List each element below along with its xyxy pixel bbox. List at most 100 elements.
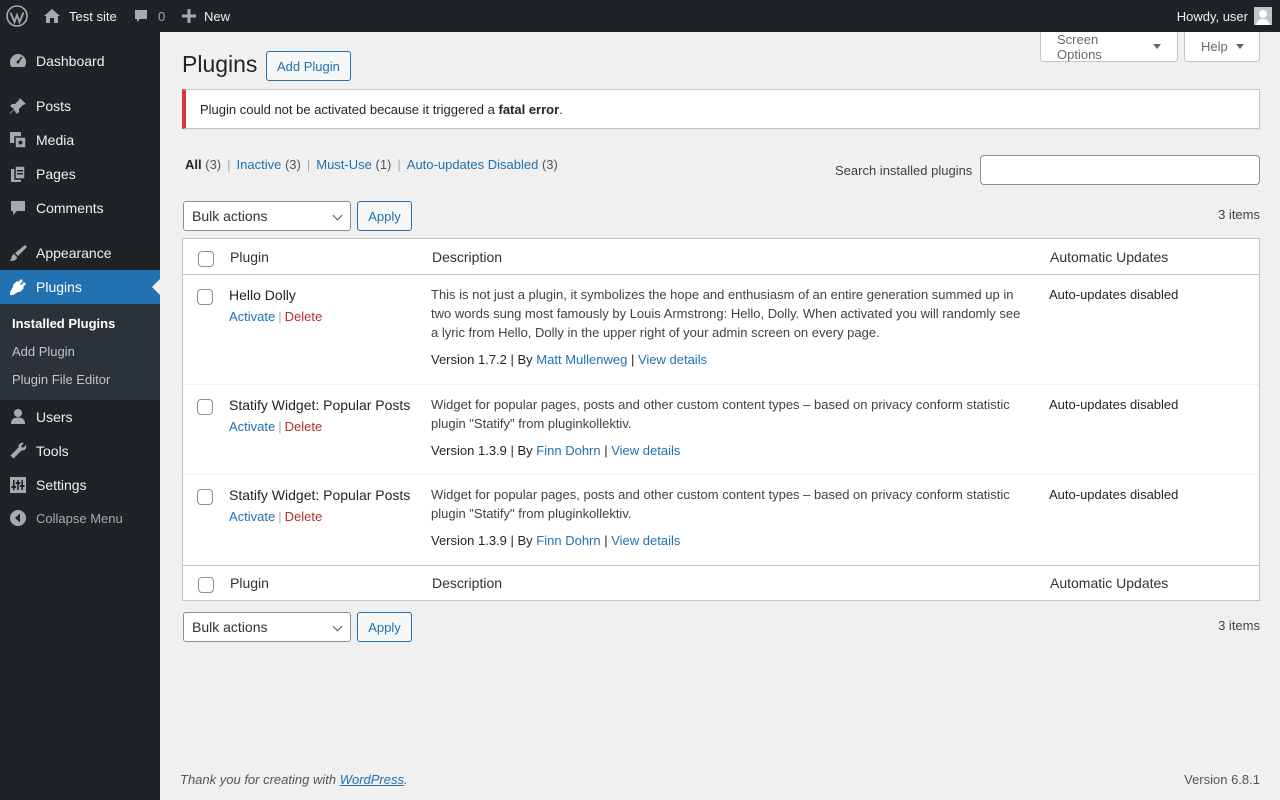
site-name: Test site bbox=[69, 8, 117, 24]
activate-link[interactable]: Activate bbox=[229, 419, 275, 434]
apply-button-bottom[interactable]: Apply bbox=[357, 612, 412, 642]
wordpress-link[interactable]: WordPress bbox=[340, 772, 404, 787]
comments-link[interactable]: 0 bbox=[133, 0, 165, 32]
filter-auto-updates-disabled[interactable]: Auto-updates Disabled bbox=[407, 157, 539, 172]
sidebar-item-tools[interactable]: Tools bbox=[0, 434, 160, 468]
plugin-description: Widget for popular pages, posts and othe… bbox=[431, 397, 1010, 431]
sidebar-item-label: Appearance bbox=[36, 245, 112, 261]
screen-options-button[interactable]: Screen Options bbox=[1040, 32, 1178, 62]
author-link[interactable]: Finn Dohrn bbox=[536, 443, 600, 458]
notice-text: Plugin could not be activated because it… bbox=[200, 101, 563, 117]
author-link[interactable]: Matt Mullenweg bbox=[536, 352, 627, 367]
activate-link[interactable]: Activate bbox=[229, 509, 275, 524]
add-plugin-button[interactable]: Add Plugin bbox=[266, 51, 351, 81]
bulk-actions-select-bottom[interactable]: Bulk actions bbox=[183, 612, 351, 642]
items-count: 3 items bbox=[1218, 207, 1260, 222]
select-all-checkbox-footer[interactable] bbox=[198, 577, 214, 593]
column-header-plugin: Plugin bbox=[230, 249, 269, 265]
row-actions: Activate | Delete bbox=[229, 419, 323, 434]
users-icon bbox=[0, 407, 36, 427]
items-count-bottom: 3 items bbox=[1218, 618, 1260, 633]
filter-inactive[interactable]: Inactive bbox=[237, 157, 282, 172]
sidebar-item-label: Dashboard bbox=[36, 53, 105, 69]
home-icon bbox=[43, 8, 61, 24]
select-all-checkbox[interactable] bbox=[198, 251, 214, 267]
sidebar-item-posts[interactable]: Posts bbox=[0, 89, 160, 123]
plugin-meta: Version 1.3.9 | By Finn Dohrn | View det… bbox=[431, 533, 681, 548]
sidebar-item-pages[interactable]: Pages bbox=[0, 157, 160, 191]
search-input[interactable] bbox=[980, 155, 1260, 185]
view-details-link[interactable]: View details bbox=[611, 533, 680, 548]
column-header-description: Description bbox=[432, 249, 503, 265]
media-icon bbox=[0, 130, 36, 150]
author-link[interactable]: Finn Dohrn bbox=[536, 533, 600, 548]
site-name-link[interactable]: Test site bbox=[43, 0, 117, 32]
help-label: Help bbox=[1201, 39, 1228, 54]
my-account-menu[interactable]: Howdy, user bbox=[1177, 0, 1272, 32]
avatar bbox=[1254, 7, 1272, 25]
bulk-actions-select[interactable]: Bulk actions bbox=[183, 201, 351, 231]
collapse-arrow-icon bbox=[0, 509, 36, 527]
sidebar-item-label: Pages bbox=[36, 166, 76, 182]
search-label: Search installed plugins bbox=[835, 163, 973, 178]
plugin-meta: Version 1.3.9 | By Finn Dohrn | View det… bbox=[431, 443, 681, 458]
row-checkbox[interactable] bbox=[197, 489, 213, 505]
table-row: Statify Widget: Popular Posts Activate | D… bbox=[183, 384, 1259, 474]
sidebar-item-dashboard[interactable]: Dashboard bbox=[0, 44, 160, 78]
caret-down-icon bbox=[1235, 44, 1244, 49]
plugin-status-filters: All (3) | Inactive (3) | Must-Use (1) | Auto-u… bbox=[185, 157, 558, 172]
filter-all[interactable]: All (3) bbox=[185, 157, 221, 172]
submenu-plugin-file-editor[interactable]: Plugin File Editor bbox=[12, 372, 110, 387]
auto-updates-status: Auto-updates disabled bbox=[1049, 487, 1179, 502]
auto-updates-status: Auto-updates disabled bbox=[1049, 287, 1179, 302]
view-details-link[interactable]: View details bbox=[611, 443, 680, 458]
wrench-icon bbox=[0, 441, 36, 461]
submenu-installed-plugins[interactable]: Installed Plugins bbox=[12, 316, 115, 331]
submenu-add-plugin[interactable]: Add Plugin bbox=[12, 344, 75, 359]
plugin-name: Statify Widget: Popular Posts bbox=[229, 487, 411, 503]
view-details-link[interactable]: View details bbox=[638, 352, 707, 367]
collapse-menu-button[interactable]: Collapse Menu bbox=[0, 501, 160, 535]
sidebar-item-plugins[interactable]: Plugins bbox=[0, 270, 160, 304]
plugin-name: Statify Widget: Popular Posts bbox=[229, 397, 411, 413]
column-footer-description: Description bbox=[432, 575, 503, 591]
row-checkbox[interactable] bbox=[197, 399, 213, 415]
delete-link[interactable]: Delete bbox=[285, 309, 323, 324]
bulk-actions-value: Bulk actions bbox=[192, 619, 268, 635]
delete-link[interactable]: Delete bbox=[285, 419, 323, 434]
wordpress-logo-icon[interactable] bbox=[6, 0, 30, 32]
sidebar-item-appearance[interactable]: Appearance bbox=[0, 236, 160, 270]
pages-icon bbox=[0, 164, 36, 184]
table-footer: Plugin Description Automatic Updates bbox=[183, 565, 1259, 601]
plugins-table: Plugin Description Automatic Updates Hel… bbox=[182, 238, 1260, 601]
page-title: Plugins bbox=[182, 51, 258, 77]
sidebar-item-media[interactable]: Media bbox=[0, 123, 160, 157]
auto-updates-status: Auto-updates disabled bbox=[1049, 397, 1179, 412]
plus-icon bbox=[182, 9, 196, 23]
comment-icon bbox=[0, 198, 36, 218]
sidebar-item-comments[interactable]: Comments bbox=[0, 191, 160, 225]
settings-icon bbox=[0, 475, 36, 495]
row-actions: Activate | Delete bbox=[229, 309, 323, 324]
sidebar-item-users[interactable]: Users bbox=[0, 400, 160, 434]
sidebar-item-label: Plugins bbox=[36, 279, 82, 295]
apply-button[interactable]: Apply bbox=[357, 201, 412, 231]
sidebar-item-label: Posts bbox=[36, 98, 72, 114]
filter-must-use[interactable]: Must-Use bbox=[316, 157, 372, 172]
activate-link[interactable]: Activate bbox=[229, 309, 275, 324]
error-notice: Plugin could not be activated because it… bbox=[182, 89, 1260, 129]
sidebar-item-label: Settings bbox=[36, 477, 87, 493]
collapse-menu-label: Collapse Menu bbox=[36, 510, 123, 526]
bulk-actions-value: Bulk actions bbox=[192, 208, 268, 224]
sidebar-item-settings[interactable]: Settings bbox=[0, 468, 160, 502]
admin-menu: Dashboard Posts Media Pages Comments App… bbox=[0, 32, 160, 800]
new-content-link[interactable]: New bbox=[182, 0, 230, 32]
table-header: Plugin Description Automatic Updates bbox=[183, 239, 1259, 275]
plugin-icon bbox=[0, 277, 36, 297]
help-button[interactable]: Help bbox=[1184, 32, 1260, 62]
row-checkbox[interactable] bbox=[197, 289, 213, 305]
column-header-auto-updates: Automatic Updates bbox=[1050, 249, 1169, 265]
delete-link[interactable]: Delete bbox=[285, 509, 323, 524]
chevron-down-icon bbox=[332, 621, 343, 632]
howdy-text: Howdy, user bbox=[1176, 8, 1248, 24]
